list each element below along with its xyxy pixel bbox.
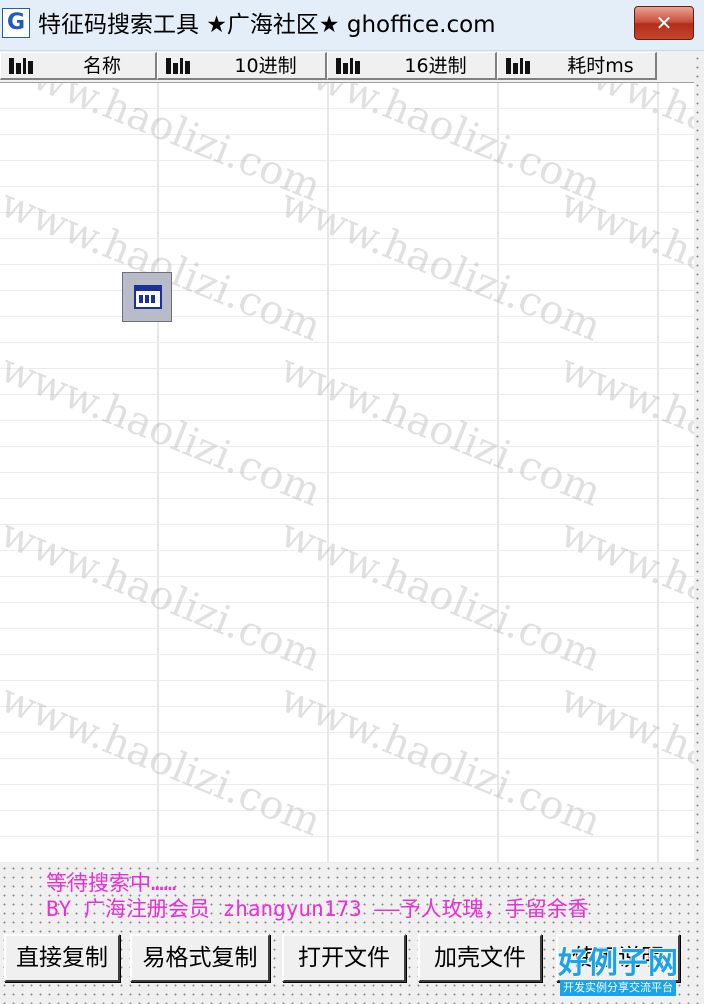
watermark: www.haolizi.com [273,345,608,516]
column-header-label: 10进制 [234,55,297,77]
main-window: G 特征码搜索工具 ★广海社区★ ghoffice.com ✕ 名称 10进制 … [0,0,704,1004]
column-sort-icon [166,58,200,74]
credit-line: BY 广海注册会员 zhangyun173 ——予人玫瑰，手留余香 [46,897,589,921]
watermark: www.haolizi.com [273,83,608,211]
column-sort-icon [506,58,540,74]
column-header-time[interactable]: 耗时ms [497,52,657,80]
app-icon: G [2,8,30,38]
status-line: 等待搜索中…… [46,871,177,895]
watermark: www.haolizi.com [273,180,608,351]
table-header: 名称 10进制 16进制 耗时ms [0,52,694,83]
copy-direct-button[interactable]: 直接复制 [4,934,120,982]
form-glyph [134,285,162,309]
watermark: www.haolizi.com [553,83,694,211]
button-bar: 直接复制 易格式复制 打开文件 加壳文件 使用说明 [0,934,704,984]
column-sort-icon [336,58,370,74]
column-header-decimal[interactable]: 10进制 [157,52,327,80]
watermark: www.haolizi.com [0,510,328,681]
watermark: www.haolizi.com [553,510,694,681]
close-button[interactable]: ✕ [634,6,694,40]
copy-easy-format-button[interactable]: 易格式复制 [130,934,270,982]
column-header-label: 16进制 [404,55,467,77]
column-header-hex[interactable]: 16进制 [327,52,497,80]
column-header-label: 名称 [82,55,121,77]
watermark: www.haolizi.com [0,675,328,846]
column-header-name[interactable]: 名称 [0,52,157,80]
watermark: www.haolizi.com [273,675,608,846]
open-file-button[interactable]: 打开文件 [282,934,406,982]
column-header-label: 耗时ms [567,55,634,77]
watermark: www.haolizi.com [553,675,694,846]
window-form-icon[interactable] [122,272,172,322]
instructions-button[interactable]: 使用说明 [556,934,680,982]
watermark: www.haolizi.com [0,180,328,351]
watermark: www.haolizi.com [0,345,328,516]
packed-file-button[interactable]: 加壳文件 [418,934,542,982]
status-area: 等待搜索中…… BY 广海注册会员 zhangyun173 ——予人玫瑰，手留余… [46,870,686,922]
watermark: www.haolizi.com [553,180,694,351]
watermark: www.haolizi.com [273,510,608,681]
title-bar[interactable]: G 特征码搜索工具 ★广海社区★ ghoffice.com ✕ [0,0,704,51]
watermark: www.haolizi.com [553,345,694,516]
watermark: www.haolizi.com [0,83,328,211]
column-sort-icon [9,58,43,74]
window-title: 特征码搜索工具 ★广海社区★ ghoffice.com [38,12,496,38]
results-table[interactable]: www.haolizi.com www.haolizi.com www.haol… [0,83,694,863]
